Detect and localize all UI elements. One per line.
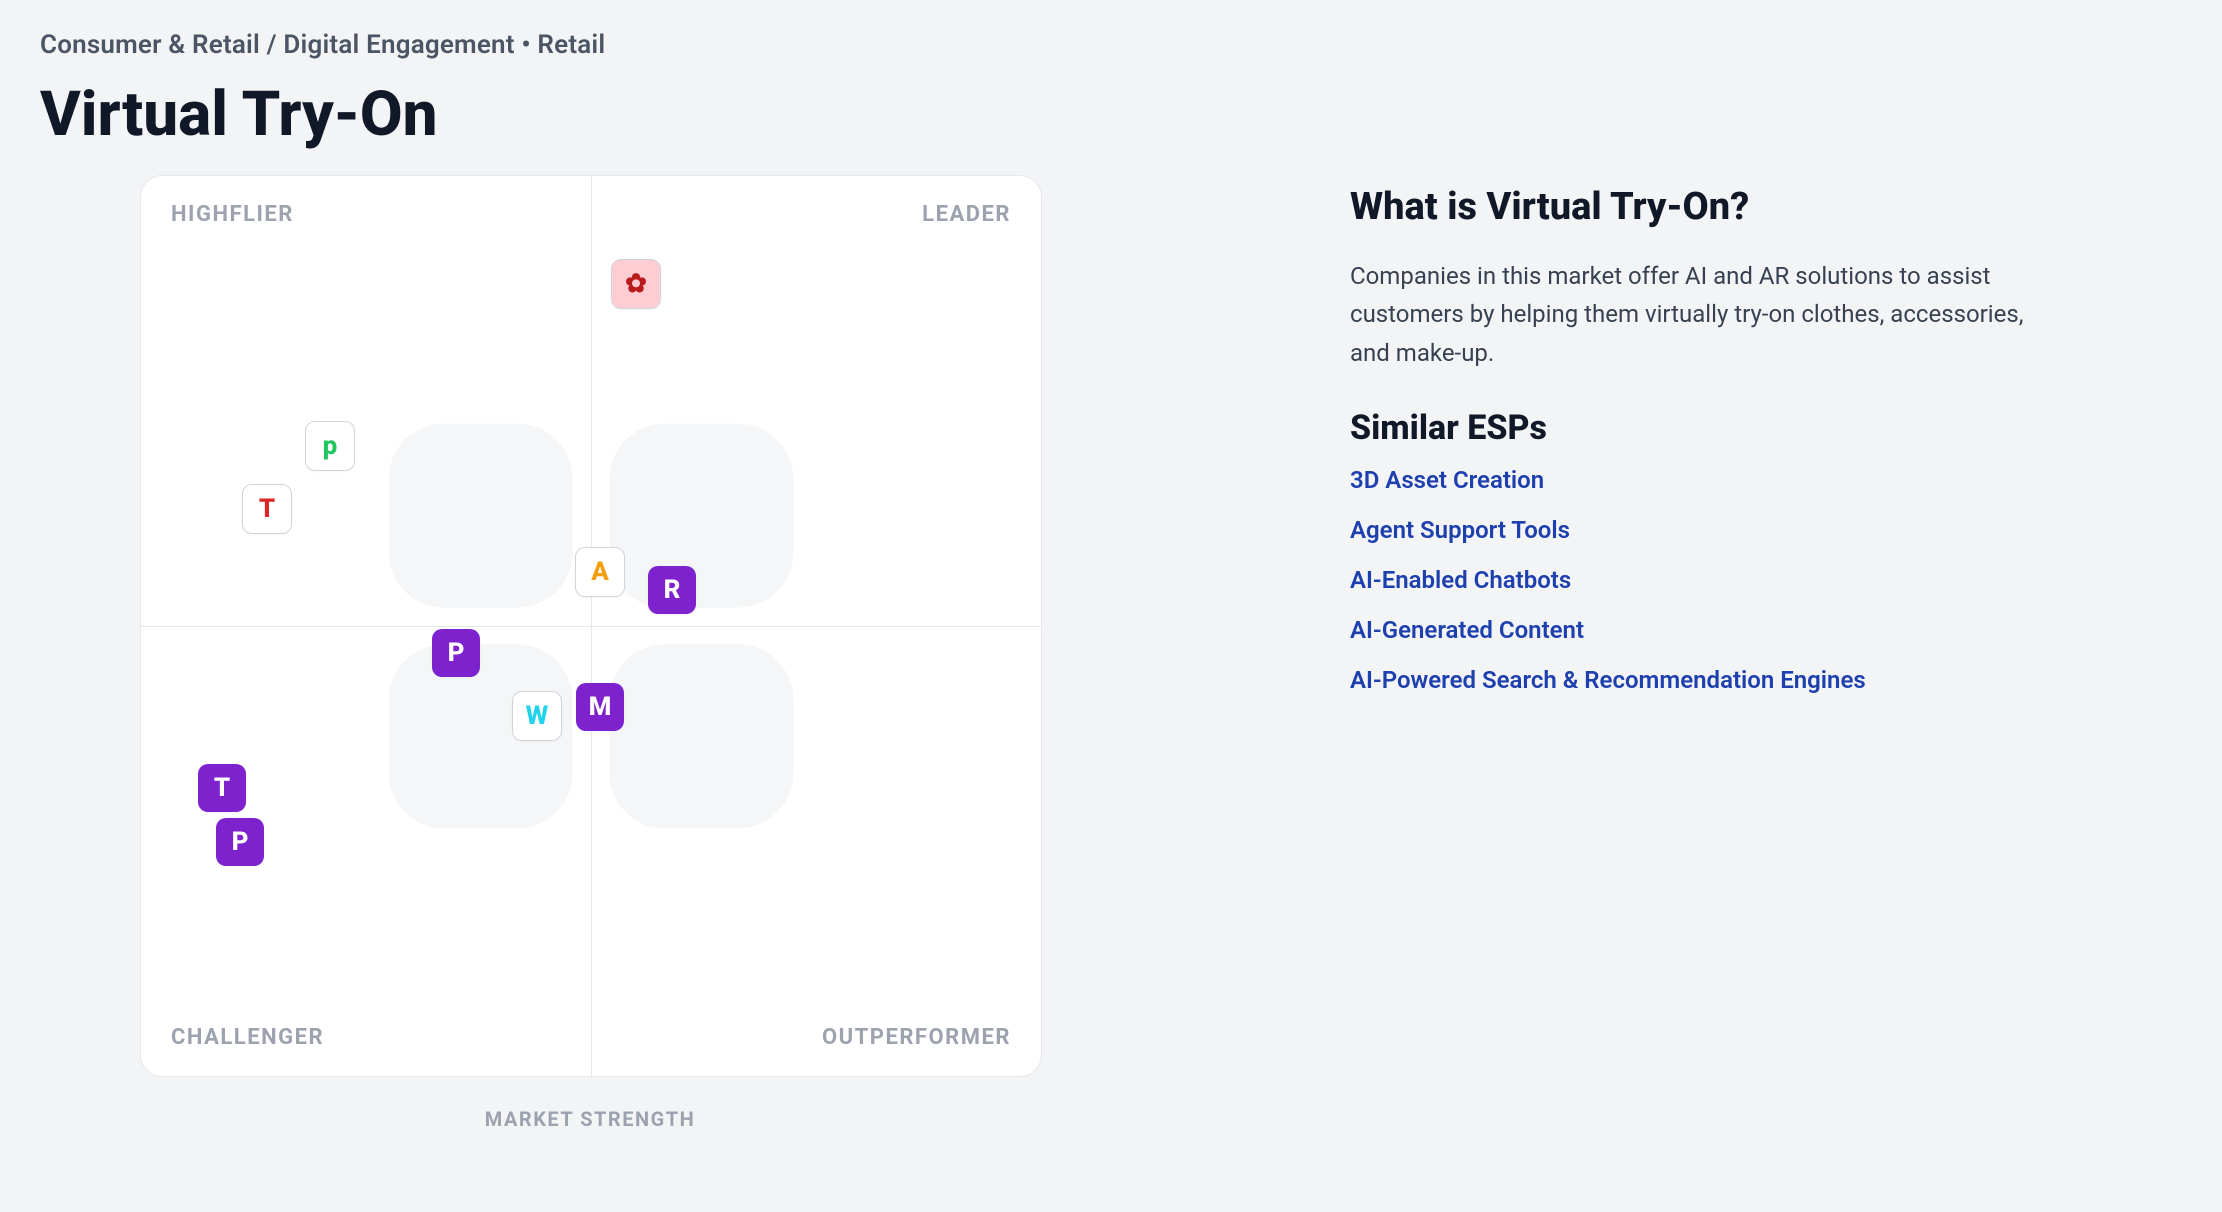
chart-point-icon: T [242,484,292,534]
breadcrumb: Consumer & Retail / Digital Engagement •… [40,30,2182,60]
chart-point-icon: P [216,818,264,866]
chart-point-icon: p [305,421,355,471]
chart-point-icon: T [198,764,246,812]
similar-esp-link[interactable]: Agent Support Tools [1350,516,1570,544]
sidebar-heading: What is Virtual Try-On? [1350,185,2040,229]
chart-point-icon: P [432,629,480,677]
chart-point-icon: W [512,691,562,741]
chart-point-t2[interactable]: T [198,764,246,812]
chart-point-a-logo[interactable]: A [575,547,625,597]
chart-point-w[interactable]: W [512,691,562,741]
sidebar-description: Companies in this market offer AI and AR… [1350,257,2040,372]
similar-esp-link[interactable]: 3D Asset Creation [1350,466,1544,494]
quadrant-chart: EXECUTION STRENGTH HIGHFLIER LEADER CHAL… [40,175,1240,1131]
x-axis-label: MARKET STRENGTH [140,1107,1040,1131]
chart-point-t-red[interactable]: T [242,484,292,534]
chart-point-icon: ✿ [611,259,661,309]
chart-point-r[interactable]: R [648,566,696,614]
chart-point-p1[interactable]: P [432,629,480,677]
watermark-icon [141,176,1041,1076]
quadrant-label-leader: LEADER [922,202,1011,227]
quadrant-label-challenger: CHALLENGER [171,1025,324,1050]
similar-esp-link[interactable]: AI-Enabled Chatbots [1350,566,1571,594]
similar-esps-list: 3D Asset Creation Agent Support Tools AI-E… [1350,466,2040,694]
chart-point-p2[interactable]: P [216,818,264,866]
chart-point-icon: A [575,547,625,597]
chart-point-icon: R [648,566,696,614]
similar-esps-heading: Similar ESPs [1350,408,2040,448]
similar-esp-link[interactable]: AI-Generated Content [1350,616,1584,644]
chart-point-p-green[interactable]: p [305,421,355,471]
quadrant-label-highflier: HIGHFLIER [171,202,294,227]
sidebar: What is Virtual Try-On? Companies in thi… [1350,175,2040,1131]
chart-point-icon: M [576,683,624,731]
chart-point-m[interactable]: M [576,683,624,731]
page-title: Virtual Try-On [40,78,2182,151]
chart-point-youcam[interactable]: ✿ [611,259,661,309]
quadrant-label-outperformer: OUTPERFORMER [822,1025,1011,1050]
similar-esp-link[interactable]: AI-Powered Search & Recommendation Engin… [1350,666,1866,694]
